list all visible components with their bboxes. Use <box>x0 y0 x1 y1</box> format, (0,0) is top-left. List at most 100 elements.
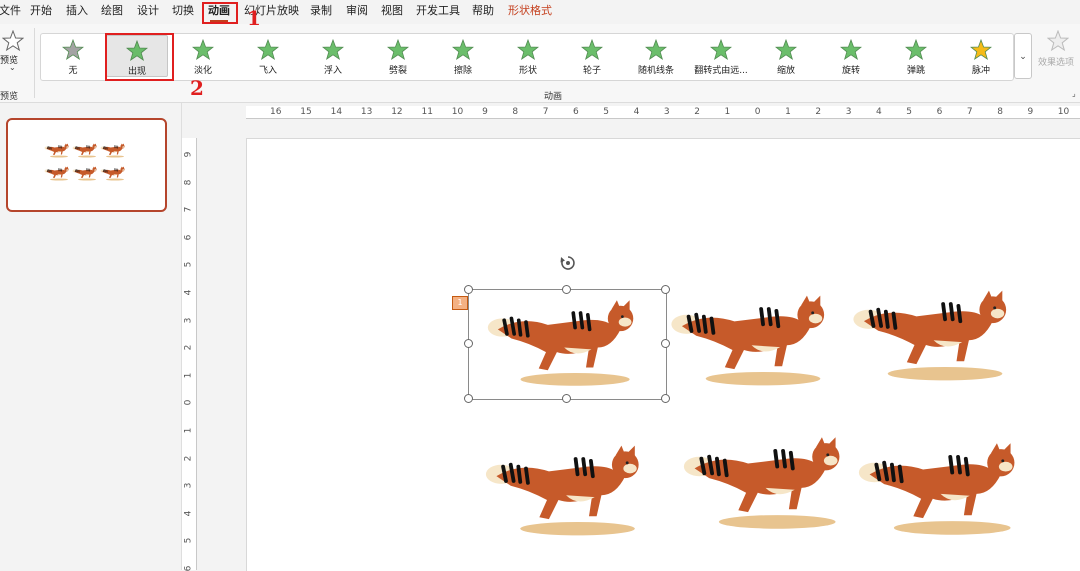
thumbnail-cat <box>72 165 99 186</box>
animation-label: 翻转式由远... <box>690 63 752 76</box>
annotation-number-2: 2 <box>190 76 204 100</box>
menu-tab[interactable]: 设计 <box>137 4 159 18</box>
thumbnail-cat <box>100 165 127 186</box>
dialog-launcher-icon[interactable]: ⌟ <box>1072 89 1076 98</box>
preview-dropdown-icon: ⌄ <box>9 63 16 72</box>
resize-handle[interactable] <box>661 394 670 403</box>
gallery-more-button[interactable]: ⌄ <box>1014 33 1032 79</box>
menu-tab[interactable]: 插入 <box>66 4 88 18</box>
preview-button[interactable]: 预览 ⌄ <box>0 30 26 80</box>
animation-label: 轮子 <box>561 63 623 76</box>
menu-tab[interactable]: 切换 <box>172 4 194 18</box>
effect-options-button[interactable]: 效果选项 <box>1036 28 1080 78</box>
animation-option[interactable]: 脉冲 <box>950 35 1012 77</box>
ruler-tick-label: 6 <box>573 108 579 117</box>
animation-option[interactable]: 擦除 <box>432 35 494 77</box>
animation-option[interactable]: 劈裂 <box>367 35 429 77</box>
ruler-tick-label: 2 <box>815 108 821 117</box>
animation-option[interactable]: 淡化 <box>172 35 234 77</box>
menu-tab[interactable]: 视图 <box>381 4 403 18</box>
ruler-tick-label: 7 <box>543 108 549 117</box>
animation-star-icon <box>710 39 732 61</box>
ruler-tick-label: 5 <box>906 108 912 117</box>
menu-tab[interactable]: 录制 <box>310 4 332 18</box>
ruler-tick-label: 14 <box>331 108 342 117</box>
animation-option[interactable]: 翻转式由远... <box>690 35 752 77</box>
thumbnail-cat <box>100 142 127 163</box>
ruler-tick-label: 16 <box>270 108 281 117</box>
cat-image[interactable] <box>680 428 855 542</box>
menu-tab[interactable]: 帮助 <box>472 4 494 18</box>
animation-label: 劈裂 <box>367 63 429 76</box>
ruler-tick-label: 8 <box>997 108 1003 117</box>
animation-option[interactable]: 轮子 <box>561 35 623 77</box>
ruler-tick-label: 15 <box>300 108 311 117</box>
annotation-box-appear <box>105 33 174 81</box>
animation-label: 弹跳 <box>885 63 947 76</box>
cat-image[interactable] <box>478 438 658 547</box>
menu-tab[interactable]: 绘图 <box>101 4 123 18</box>
animation-label: 淡化 <box>172 63 234 76</box>
ruler-tick-label: 4 <box>876 108 882 117</box>
menu-tab[interactable]: 开始 <box>30 4 52 18</box>
animation-label: 旋转 <box>820 63 882 76</box>
cat-image[interactable] <box>855 434 1030 548</box>
animation-label: 无 <box>42 63 104 76</box>
selection-box[interactable] <box>468 289 667 400</box>
animation-option[interactable]: 浮入 <box>302 35 364 77</box>
animation-label: 飞入 <box>237 63 299 76</box>
animation-label: 随机线条 <box>625 63 687 76</box>
resize-handle[interactable] <box>661 285 670 294</box>
animation-option[interactable]: 飞入 <box>237 35 299 77</box>
menu-tab[interactable]: 审阅 <box>346 4 368 18</box>
ruler-tick-label: 0 <box>755 108 761 117</box>
ruler-tick-label: 9 <box>1028 108 1034 117</box>
ruler-tick-label: 2 <box>694 108 700 117</box>
ruler-tick-label: 3 <box>184 317 193 323</box>
animation-star-icon <box>387 39 409 61</box>
ruler-tick-label: 2 <box>184 455 193 461</box>
ruler-tick-label: 5 <box>184 262 193 268</box>
animation-star-icon <box>517 39 539 61</box>
animation-label: 形状 <box>497 63 559 76</box>
ruler-tick-label: 8 <box>512 108 518 117</box>
menu-tab[interactable]: 文件 <box>0 4 21 18</box>
resize-handle[interactable] <box>464 339 473 348</box>
resize-handle[interactable] <box>464 394 473 403</box>
animation-option[interactable]: 缩放 <box>755 35 817 77</box>
animation-star-icon <box>257 39 279 61</box>
animation-star-icon <box>840 39 862 61</box>
ruler-tick-label: 2 <box>184 345 193 351</box>
cat-image[interactable] <box>848 283 1023 392</box>
animation-option[interactable]: 形状 <box>497 35 559 77</box>
animation-option[interactable]: 旋转 <box>820 35 882 77</box>
ruler-tick-label: 4 <box>634 108 640 117</box>
animation-label: 擦除 <box>432 63 494 76</box>
resize-handle[interactable] <box>464 285 473 294</box>
resize-handle[interactable] <box>562 285 571 294</box>
animation-star-icon <box>775 39 797 61</box>
ruler-tick-label: 10 <box>452 108 463 117</box>
resize-handle[interactable] <box>562 394 571 403</box>
rotate-handle-icon[interactable] <box>559 254 577 272</box>
menu-tab[interactable]: 开发工具 <box>416 4 460 18</box>
annotation-number-1: 1 <box>247 6 261 30</box>
animation-star-icon <box>970 39 992 61</box>
animation-star-icon <box>192 39 214 61</box>
ruler-tick-label: 12 <box>391 108 402 117</box>
ruler-tick-label: 6 <box>937 108 943 117</box>
ruler-tick-label: 9 <box>482 108 488 117</box>
menu-tab[interactable]: 形状格式 <box>508 4 552 18</box>
cat-image[interactable] <box>666 288 841 397</box>
animation-star-icon <box>645 39 667 61</box>
animation-option[interactable]: 弹跳 <box>885 35 947 77</box>
thumbnail-cat <box>44 165 71 186</box>
thumbnail-cat <box>44 142 71 163</box>
resize-handle[interactable] <box>661 339 670 348</box>
ruler-tick-label: 1 <box>785 108 791 117</box>
animation-order-tag[interactable]: 1 <box>452 296 468 310</box>
animation-star-icon <box>905 39 927 61</box>
ruler-tick-label: 0 <box>184 400 193 406</box>
animation-option[interactable]: 随机线条 <box>625 35 687 77</box>
animation-option[interactable]: 无 <box>42 35 104 77</box>
